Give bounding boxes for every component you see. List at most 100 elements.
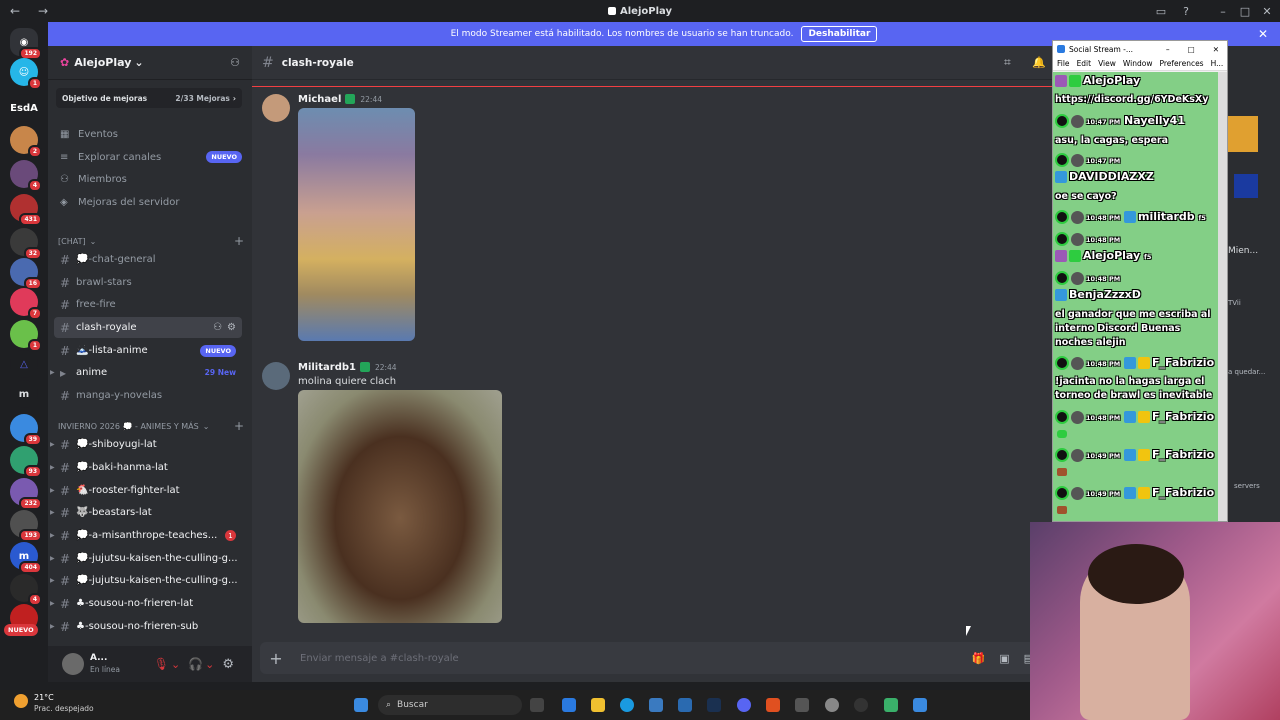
deafen-icon[interactable]: 🎧: [188, 657, 203, 671]
app-icon[interactable]: [562, 698, 576, 712]
channel-chat-general[interactable]: # 💭-chat-general: [54, 249, 242, 270]
channel-anime[interactable]: ▶ ▸ anime 29 New: [50, 362, 242, 383]
obs-icon[interactable]: [854, 698, 868, 712]
channel-sousou-no-frieren-lat[interactable]: ▶ # ♣-sousou-no-frieren-lat: [50, 593, 242, 614]
server-icon[interactable]: 32: [10, 228, 42, 260]
chat-feed[interactable]: AlejoPlay https://discord.gg/6YDeKsXy 10…: [1053, 72, 1219, 521]
server-icon[interactable]: 16: [10, 258, 42, 290]
add-channel-icon[interactable]: +: [234, 419, 244, 433]
brave-icon[interactable]: [766, 698, 780, 712]
taskbar-search[interactable]: ⌕ Buscar: [378, 695, 522, 715]
server-icon[interactable]: 4: [10, 160, 42, 192]
steam-icon[interactable]: [707, 698, 721, 712]
attachment-image[interactable]: [298, 108, 415, 341]
weather-condition[interactable]: Prac. despejado: [34, 704, 94, 713]
close-icon[interactable]: ✕: [1213, 45, 1219, 54]
channel-manga-y-novelas[interactable]: # manga-y-novelas: [54, 385, 242, 406]
channel-beastars-lat[interactable]: ▶ # 🐺-beastars-lat: [50, 502, 242, 523]
channel-clash-royale[interactable]: # clash-royale ⚇ ⚙: [54, 317, 242, 338]
edge-icon[interactable]: [620, 698, 634, 712]
server-icon[interactable]: ☺ 1: [10, 58, 42, 90]
maximize-icon[interactable]: □: [1234, 0, 1256, 22]
menu-view[interactable]: View: [1098, 59, 1116, 68]
app-icon[interactable]: [795, 698, 809, 712]
message-author[interactable]: Michael 22:44: [298, 94, 382, 105]
user-settings-gear-icon[interactable]: ⚙: [222, 657, 234, 672]
server-icon[interactable]: 2: [10, 126, 42, 158]
server-icon[interactable]: 1: [10, 320, 42, 352]
category-chat[interactable]: [CHAT] ⌄ +: [58, 234, 244, 248]
channel-free-fire[interactable]: # free-fire: [54, 294, 242, 315]
bell-icon[interactable]: 🔔: [1032, 56, 1046, 69]
channel-a-misanthrope[interactable]: ▶ # 💭-a-misanthrope-teaches... 1: [50, 525, 242, 546]
server-m[interactable]: m: [10, 380, 38, 408]
attachment-image[interactable]: [298, 390, 502, 623]
disable-streamer-button[interactable]: Deshabilitar: [801, 26, 878, 42]
nav-server-boost[interactable]: ◈ Mejoras del servidor: [56, 192, 242, 212]
server-icon[interactable]: m 404: [10, 542, 42, 574]
boost-goal[interactable]: Objetivo de mejoras 2/33 Mejoras ›: [56, 88, 242, 108]
app-icon[interactable]: [678, 698, 692, 712]
threads-icon[interactable]: ⌗: [1004, 55, 1011, 70]
nav-members[interactable]: ⚇ Miembros: [56, 169, 242, 189]
server-icon[interactable]: △: [10, 350, 38, 378]
server-icon[interactable]: 232: [10, 478, 42, 510]
gift-icon[interactable]: 🎁: [971, 652, 985, 665]
banner-close-icon[interactable]: ✕: [1258, 27, 1268, 41]
message-author[interactable]: Militardb1 22:44: [298, 362, 397, 373]
add-channel-icon[interactable]: +: [234, 234, 244, 248]
add-member-icon[interactable]: ⚇: [230, 56, 240, 69]
settings-gear-icon[interactable]: [825, 698, 839, 712]
channel-rooster-fighter-lat[interactable]: ▶ # 🐔-rooster-fighter-lat: [50, 480, 242, 501]
scrollbar[interactable]: [1218, 72, 1227, 521]
weather-temp[interactable]: 21°C: [34, 693, 54, 702]
menu-file[interactable]: File: [1057, 59, 1070, 68]
maximize-icon[interactable]: □: [1188, 45, 1195, 54]
chevron-down-icon[interactable]: ⌄: [205, 658, 214, 671]
menu-help[interactable]: H...: [1211, 59, 1224, 68]
nav-events[interactable]: ▦ Eventos: [56, 124, 242, 144]
help-icon[interactable]: ?: [1175, 0, 1197, 22]
server-icon[interactable]: 193: [10, 510, 42, 542]
minimize-icon[interactable]: –: [1166, 45, 1170, 54]
add-attachment-icon[interactable]: +: [260, 649, 292, 668]
file-explorer-icon[interactable]: [591, 698, 605, 712]
server-icon[interactable]: 93: [10, 446, 42, 478]
mute-mic-icon[interactable]: 🎙: [154, 657, 169, 671]
notepad-icon[interactable]: [913, 698, 927, 712]
channel-shiboyugi-lat[interactable]: ▶ # 💭-shiboyugi-lat: [50, 434, 242, 455]
channel-lista-anime[interactable]: # 🗻-lista-anime NUEVO: [54, 340, 242, 361]
menu-preferences[interactable]: Preferences: [1159, 59, 1203, 68]
new-servers-badge[interactable]: NUEVO: [4, 624, 38, 636]
task-view-icon[interactable]: [530, 698, 544, 712]
channel-brawl-stars[interactable]: # brawl-stars: [54, 272, 242, 293]
channel-jujutsu-kaisen-1[interactable]: ▶ # 💭-jujutsu-kaisen-the-culling-g...: [50, 548, 242, 569]
channel-jujutsu-kaisen-2[interactable]: ▶ # 💭-jujutsu-kaisen-the-culling-g...: [50, 570, 242, 591]
menu-edit[interactable]: Edit: [1077, 59, 1092, 68]
channel-sousou-no-frieren-sub[interactable]: ▶ # ♣-sousou-no-frieren-sub: [50, 616, 242, 637]
guild-header[interactable]: ✿ AlejoPlay ⌄ ⚇: [48, 46, 252, 80]
gear-icon[interactable]: ⚙: [227, 322, 236, 333]
close-icon[interactable]: ✕: [1256, 0, 1278, 22]
app-icon[interactable]: [884, 698, 898, 712]
dm-home-icon[interactable]: ◉ 192: [10, 28, 42, 60]
nav-browse-channels[interactable]: ≡ Explorar canales NUEVO: [56, 147, 242, 167]
gif-icon[interactable]: ▣: [999, 652, 1009, 665]
server-esda[interactable]: EsdA: [10, 94, 38, 122]
avatar[interactable]: [62, 653, 84, 675]
minimize-icon[interactable]: –: [1212, 0, 1234, 22]
menu-window[interactable]: Window: [1123, 59, 1153, 68]
server-icon[interactable]: 39: [10, 414, 42, 446]
server-icon[interactable]: 7: [10, 288, 42, 320]
store-icon[interactable]: [649, 698, 663, 712]
user-info[interactable]: A... En línea: [90, 653, 120, 675]
discord-icon[interactable]: [737, 698, 751, 712]
channel-baki-hanma-lat[interactable]: ▶ # 💭-baki-hanma-lat: [50, 457, 242, 478]
server-icon[interactable]: 4: [10, 574, 42, 606]
start-icon[interactable]: [354, 698, 368, 712]
invite-icon[interactable]: ⚇: [213, 322, 222, 333]
category-winter-2026[interactable]: INVIERNO 2026 💭 - ANIMES Y MÁS ⌄ +: [58, 419, 244, 433]
inbox-icon[interactable]: ▭: [1150, 0, 1172, 22]
server-icon[interactable]: 431: [10, 194, 42, 226]
message-input[interactable]: [300, 652, 972, 664]
